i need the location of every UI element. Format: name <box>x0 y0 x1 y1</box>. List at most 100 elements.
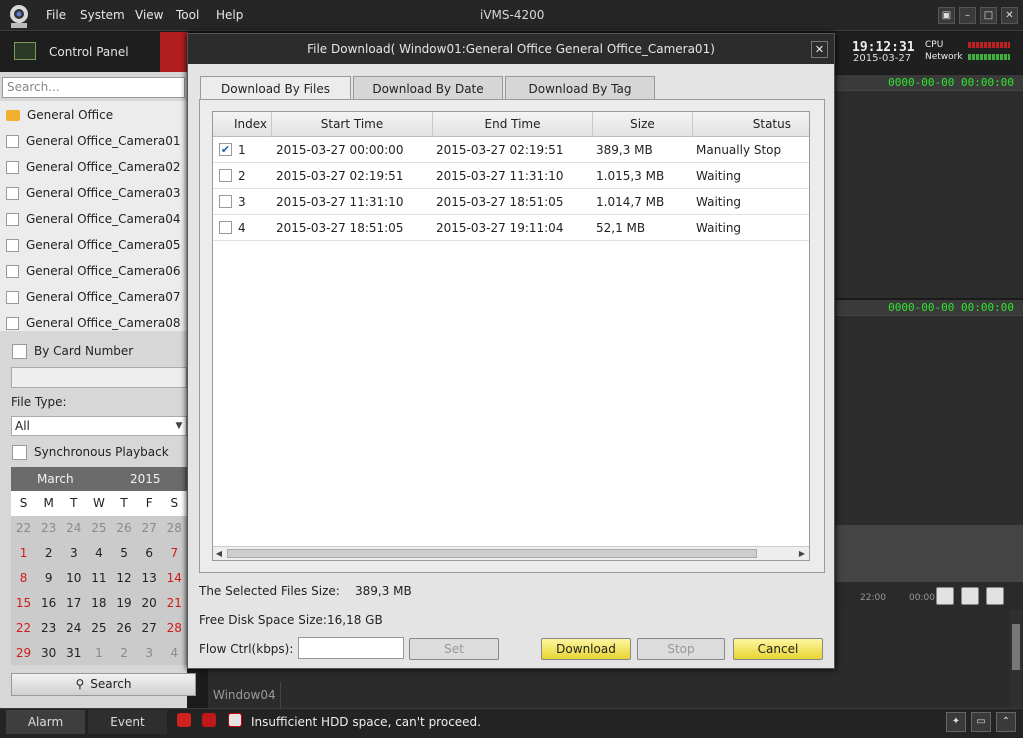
calendar-day[interactable]: 28 <box>162 616 187 641</box>
calendar-day[interactable]: 18 <box>86 591 111 616</box>
calendar-day[interactable]: 28 <box>162 516 187 541</box>
calendar-day[interactable]: 10 <box>61 566 86 591</box>
table-row[interactable]: 3 2015-03-27 11:31:10 2015-03-27 18:51:05 1… <box>213 189 809 215</box>
calendar-day[interactable]: 3 <box>137 641 162 666</box>
file-type-select[interactable]: All ▼ <box>11 416 187 436</box>
video-window[interactable] <box>835 315 1023 525</box>
download-button[interactable]: Download <box>541 638 631 660</box>
tab-alarm[interactable]: Alarm <box>6 710 85 734</box>
search-input[interactable]: Search... <box>2 77 185 98</box>
calendar-day[interactable]: 29 <box>11 641 36 666</box>
search-button[interactable]: ⚲ Search <box>11 673 196 696</box>
calendar-day[interactable]: 13 <box>137 566 162 591</box>
calendar-day[interactable]: 21 <box>162 591 187 616</box>
timeline-button[interactable] <box>936 587 954 605</box>
calendar-day[interactable]: 31 <box>61 641 86 666</box>
calendar-day[interactable]: 16 <box>36 591 61 616</box>
menu-system[interactable]: System <box>80 8 125 22</box>
calendar-year[interactable]: 2015 <box>130 472 161 486</box>
sync-playback-checkbox[interactable]: Synchronous Playback <box>12 442 169 462</box>
checkbox[interactable] <box>6 160 19 174</box>
tree-item-camera[interactable]: General Office_Camera03 <box>6 183 181 203</box>
control-panel-tab[interactable]: Control Panel <box>0 32 187 72</box>
calendar-day[interactable]: 4 <box>86 541 111 566</box>
scroll-right-icon[interactable]: ▶ <box>796 547 808 560</box>
calendar-day[interactable]: 26 <box>112 516 137 541</box>
calendar-day[interactable]: 1 <box>11 541 36 566</box>
tab-event[interactable]: Event <box>88 710 167 734</box>
checkbox[interactable] <box>6 238 19 252</box>
calendar-day[interactable]: 22 <box>11 516 36 541</box>
sound-icon[interactable] <box>228 713 242 727</box>
cancel-button[interactable]: Cancel <box>733 638 823 660</box>
timeline-button[interactable] <box>961 587 979 605</box>
scrollbar-thumb[interactable] <box>1012 624 1020 670</box>
stop-button[interactable]: Stop <box>637 638 725 660</box>
calendar-day[interactable]: 25 <box>86 616 111 641</box>
calendar-day[interactable]: 12 <box>112 566 137 591</box>
tree-item-camera[interactable]: General Office_Camera05 <box>6 235 181 255</box>
tree-item-group[interactable]: General Office <box>6 105 113 125</box>
close-button[interactable]: ✕ <box>1001 7 1018 24</box>
calendar-day[interactable]: 26 <box>112 616 137 641</box>
calendar-day[interactable]: 23 <box>36 516 61 541</box>
calendar-day[interactable]: 19 <box>112 591 137 616</box>
menu-tool[interactable]: Tool <box>176 8 199 22</box>
dialog-close-button[interactable]: ✕ <box>811 41 828 58</box>
calendar-day[interactable]: 2 <box>36 541 61 566</box>
horizontal-scrollbar[interactable]: ◀ ▶ <box>213 546 809 560</box>
calendar-day[interactable]: 9 <box>36 566 61 591</box>
tree-item-camera[interactable]: General Office_Camera07 <box>6 287 181 307</box>
siren-icon[interactable] <box>202 713 216 727</box>
calendar-month[interactable]: March <box>37 472 74 486</box>
window-list-item[interactable]: Window04 <box>213 688 276 702</box>
calendar-day[interactable]: 23 <box>36 616 61 641</box>
calendar-day[interactable]: 15 <box>11 591 36 616</box>
menu-view[interactable]: View <box>135 8 163 22</box>
checkbox[interactable] <box>6 134 19 148</box>
by-card-number-checkbox[interactable]: By Card Number <box>12 341 133 361</box>
pin-icon[interactable]: ✦ <box>946 712 966 732</box>
calendar-day[interactable]: 17 <box>61 591 86 616</box>
column-header-end-time[interactable]: End Time <box>433 112 593 137</box>
checkbox[interactable] <box>6 186 19 200</box>
playback-tab[interactable] <box>160 32 188 72</box>
tab-download-by-date[interactable]: Download By Date <box>353 76 503 100</box>
column-header-start-time[interactable]: Start Time <box>272 112 433 137</box>
tree-item-camera[interactable]: General Office_Camera02 <box>6 157 181 177</box>
row-checkbox[interactable]: ✔ <box>219 143 232 156</box>
calendar-day[interactable]: 22 <box>11 616 36 641</box>
minimize-button[interactable]: – <box>959 7 976 24</box>
column-header-size[interactable]: Size <box>593 112 693 137</box>
calendar-day[interactable]: 30 <box>36 641 61 666</box>
checkbox[interactable] <box>6 212 19 226</box>
collapse-up-icon[interactable]: ⌃ <box>996 712 1016 732</box>
calendar-day[interactable]: 4 <box>162 641 187 666</box>
calendar-day[interactable]: 1 <box>86 641 111 666</box>
calendar-day[interactable]: 11 <box>86 566 111 591</box>
calendar-day[interactable]: 6 <box>137 541 162 566</box>
calendar-day[interactable]: 14 <box>162 566 187 591</box>
calendar-day[interactable]: 7 <box>162 541 187 566</box>
set-button[interactable]: Set <box>409 638 499 660</box>
checkbox[interactable] <box>6 264 19 278</box>
calendar-day[interactable]: 8 <box>11 566 36 591</box>
table-row[interactable]: 2 2015-03-27 02:19:51 2015-03-27 11:31:10 1… <box>213 163 809 189</box>
table-row[interactable]: ✔ 1 2015-03-27 00:00:00 2015-03-27 02:19:51… <box>213 137 809 163</box>
tab-download-by-tag[interactable]: Download By Tag <box>505 76 655 100</box>
scroll-left-icon[interactable]: ◀ <box>213 547 225 560</box>
column-header-status[interactable]: Status <box>693 112 809 137</box>
card-number-input[interactable] <box>11 367 187 388</box>
alarm-icon[interactable] <box>177 713 191 727</box>
tree-item-camera[interactable]: General Office_Camera06 <box>6 261 181 281</box>
row-checkbox[interactable] <box>219 195 232 208</box>
timeline-button[interactable] <box>986 587 1004 605</box>
checkbox[interactable] <box>6 290 19 304</box>
calendar-day[interactable]: 20 <box>137 591 162 616</box>
column-header-index[interactable]: Index <box>213 112 272 137</box>
tab-download-by-files[interactable]: Download By Files <box>200 76 351 101</box>
calendar-day[interactable]: 27 <box>137 616 162 641</box>
flow-ctrl-input[interactable] <box>298 637 404 659</box>
checkbox[interactable] <box>12 444 27 460</box>
calendar-day[interactable]: 2 <box>112 641 137 666</box>
